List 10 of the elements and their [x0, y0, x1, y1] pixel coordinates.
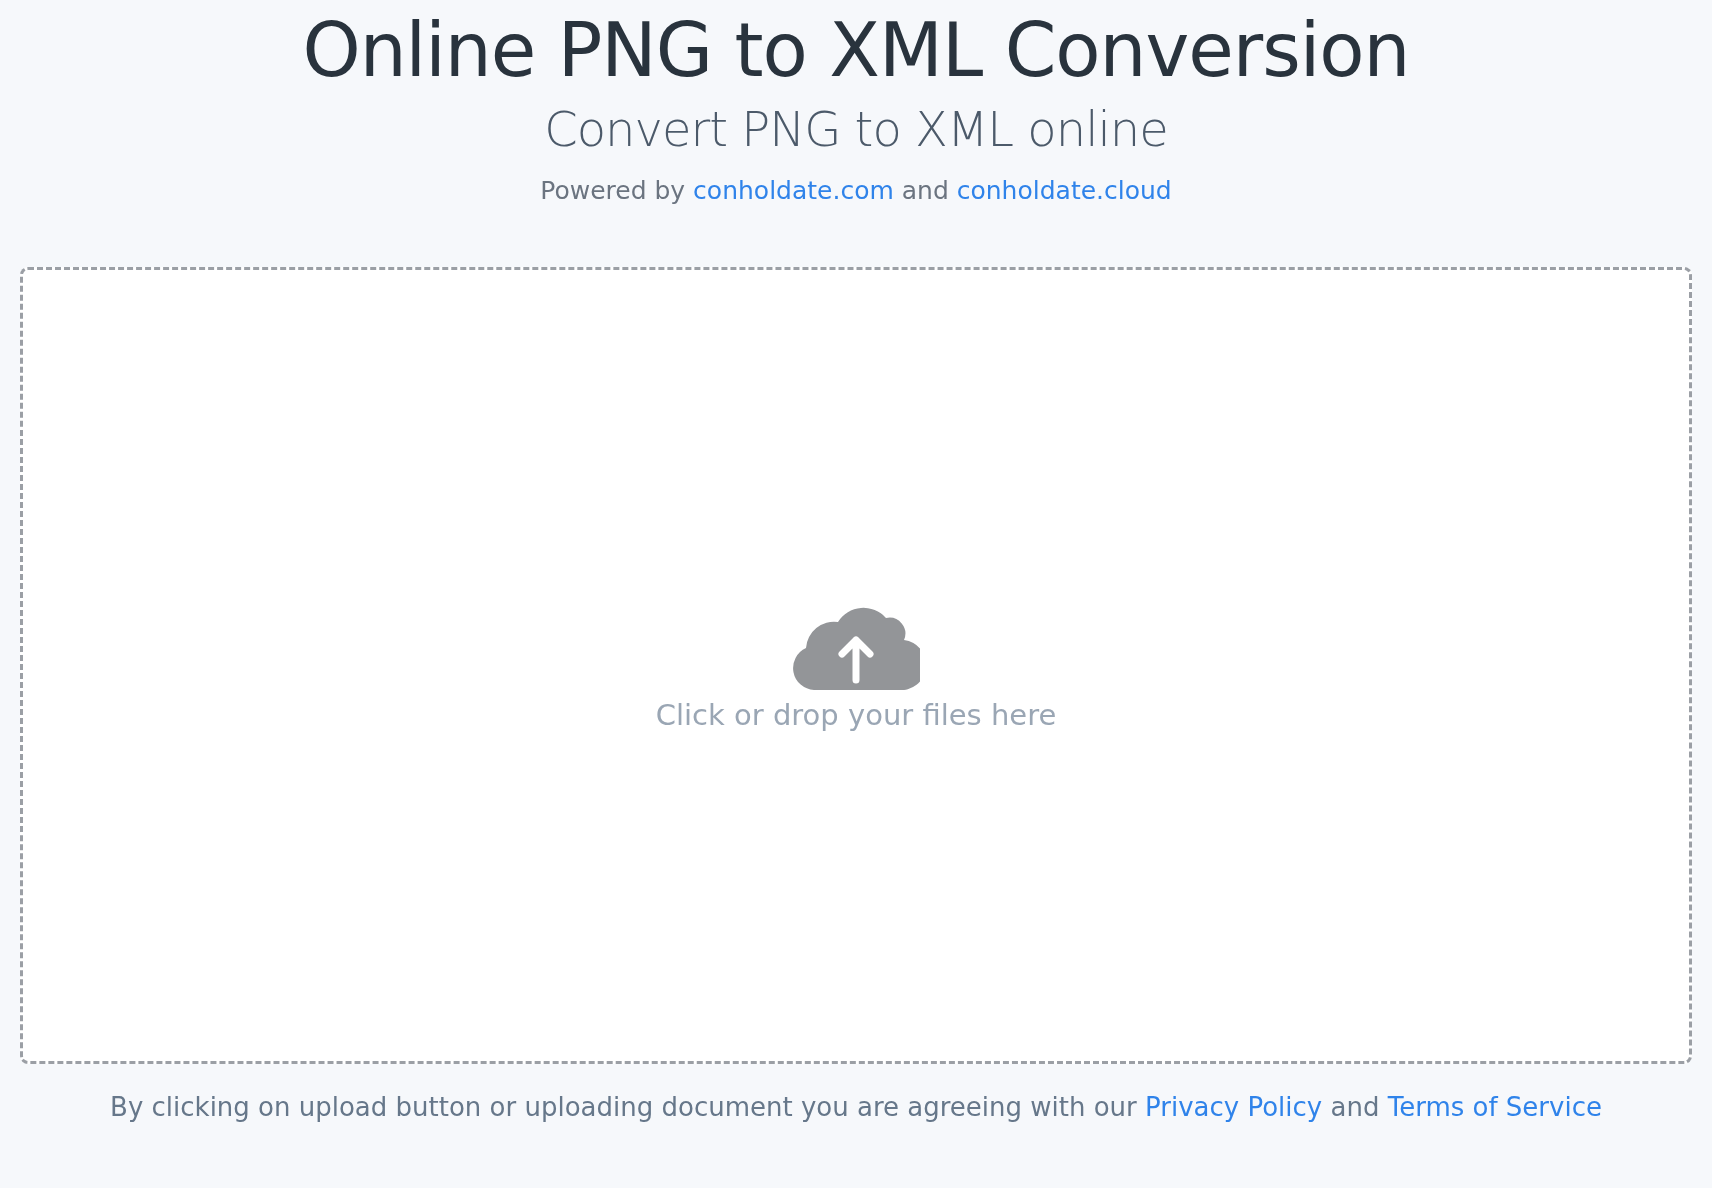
policy-link[interactable]: Privacy Policy [1145, 1092, 1323, 1123]
site-link[interactable]: conholdate.com [693, 176, 894, 206]
agreement-text: By clicking on upload button or uploading document you are agreeing with our Privacy Policy and Terms of Service [110, 1092, 1602, 1123]
page-title: Online PNG to XML Conversion [302, 6, 1410, 95]
drop-hint: Click or drop your files here [655, 697, 1057, 732]
powered-by-text: Powered by conholdate.com and conholdate.cloud [540, 176, 1172, 206]
page-subtitle: Convert PNG to XML online [544, 100, 1168, 159]
policy-link[interactable]: Terms of Service [1387, 1092, 1602, 1123]
site-link[interactable]: conholdate.cloud [956, 176, 1172, 206]
file-drop-zone[interactable]: Click or drop your files here [20, 267, 1692, 1065]
